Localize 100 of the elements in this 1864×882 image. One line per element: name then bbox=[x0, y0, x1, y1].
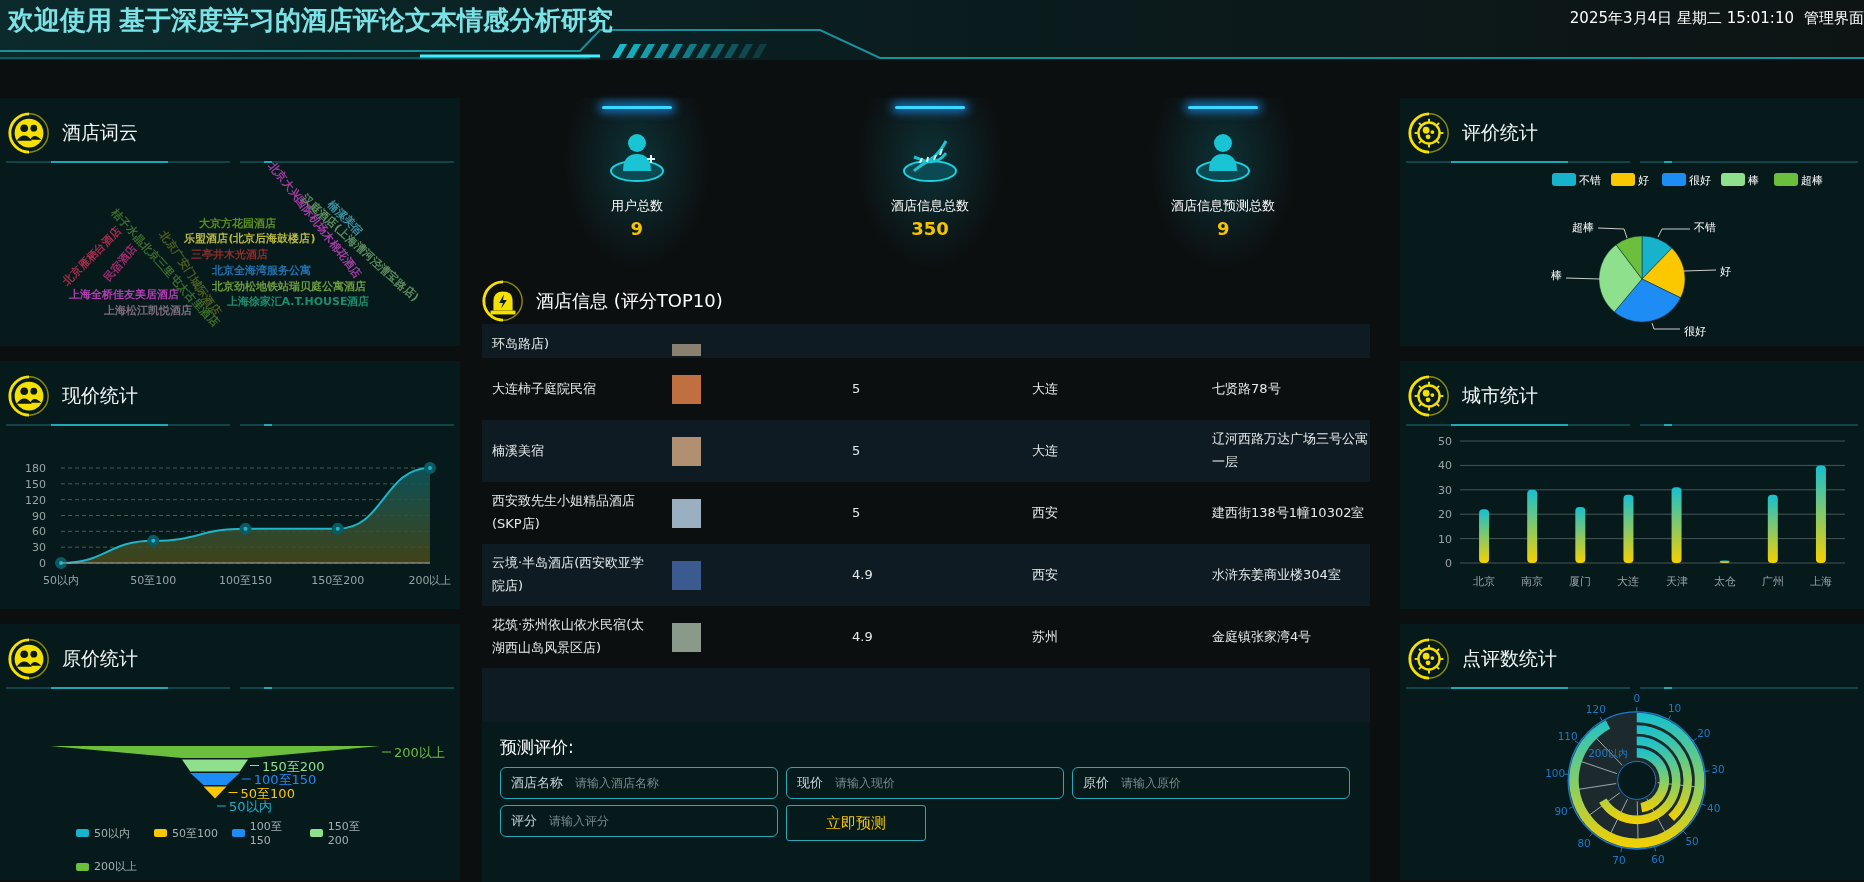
panel-title: 酒店词云 bbox=[62, 120, 138, 145]
axis-label: 太仓 bbox=[1713, 575, 1736, 588]
stat-value: 350 bbox=[911, 218, 949, 239]
text-input[interactable]: 请输入评分 bbox=[547, 813, 767, 829]
leader-line bbox=[1597, 227, 1628, 239]
panel-title: 点评数统计 bbox=[1462, 646, 1557, 671]
virus-icon bbox=[1406, 636, 1452, 682]
stat-label: 酒店信息预测总数 bbox=[1171, 197, 1276, 215]
table-cell-text: 4.9 bbox=[852, 565, 874, 584]
virus-icon bbox=[1406, 373, 1452, 419]
legend-label: 很好 bbox=[1689, 174, 1711, 187]
funnel-label: 200以上 bbox=[394, 745, 445, 760]
table-cell-text: 云境·半岛酒店(西安欧亚学院店) bbox=[492, 554, 646, 595]
axis-label: 10 bbox=[1667, 701, 1682, 714]
admin-link[interactable]: 管理界面 bbox=[1804, 9, 1864, 28]
table-cell-text: 金庭镇张家湾4号 bbox=[1212, 627, 1313, 646]
legend-label: 200以上 bbox=[94, 859, 137, 874]
text-input[interactable]: 请输入原价 bbox=[1119, 775, 1339, 791]
input-field[interactable]: 现价 请输入现价 bbox=[786, 767, 1064, 799]
data-point bbox=[331, 522, 344, 535]
bar bbox=[1767, 494, 1778, 563]
field-label: 现价 bbox=[797, 774, 823, 792]
axis-label: 50以内 bbox=[43, 574, 79, 587]
cloud-word: 乐盟酒店(北京后海鼓楼店) bbox=[184, 231, 316, 246]
pie-label: 很好 bbox=[1684, 325, 1706, 338]
table-cell-text: 七贤路78号 bbox=[1212, 379, 1282, 398]
pie-label: 超棒 bbox=[1572, 221, 1594, 234]
legend-label: 50至100 bbox=[172, 825, 218, 841]
predict-button[interactable]: 立即预测 bbox=[786, 805, 926, 841]
date-time: 2025年3月4日 星期二 15:01:10 bbox=[1569, 9, 1794, 28]
legend-label: 不错 bbox=[1579, 174, 1601, 187]
table-cell-text: 楠溪美宿 bbox=[492, 441, 545, 460]
cloud-word: 上海松江凯悦酒店 bbox=[104, 303, 192, 318]
axis-label: 南京 bbox=[1521, 575, 1544, 588]
axis-label: 100至150 bbox=[219, 574, 272, 587]
table-cell-text: 辽河西路万达广场三号公寓一层 bbox=[1212, 430, 1369, 471]
axis-label: 0 bbox=[1633, 692, 1641, 705]
leader-line bbox=[1683, 269, 1717, 272]
pie-label: 不错 bbox=[1694, 221, 1716, 234]
axis-label: 60 bbox=[32, 525, 46, 539]
axis-label: 20 bbox=[1438, 508, 1452, 522]
axis-label: 120 bbox=[1585, 703, 1606, 716]
stat-value: 9 bbox=[1217, 218, 1230, 239]
table-cell-text: 环岛路店) bbox=[492, 335, 551, 354]
axis-label: 110 bbox=[1557, 730, 1578, 743]
axis-label: 90 bbox=[1554, 805, 1568, 818]
input-field[interactable]: 酒店名称 请输入酒店名称 bbox=[500, 767, 778, 799]
axis-label: 30 bbox=[1711, 763, 1725, 776]
funnel-label: 150至200 bbox=[262, 758, 325, 774]
data-point bbox=[239, 522, 252, 535]
table-cell-text: 西安 bbox=[1032, 565, 1059, 584]
photo-placeholder bbox=[672, 436, 701, 466]
leader-line bbox=[1651, 322, 1681, 330]
axis-label: 150至200 bbox=[311, 574, 365, 587]
input-field[interactable]: 评分 请输入评分 bbox=[500, 805, 778, 837]
leader-line bbox=[1565, 277, 1601, 280]
stat-label: 用户总数 bbox=[610, 197, 663, 215]
axis-label: 广州 bbox=[1761, 575, 1784, 588]
panel-title: 评价统计 bbox=[1462, 120, 1538, 145]
virus-icon bbox=[1406, 110, 1452, 156]
table-cell-text: 水浒东姜商业楼304室 bbox=[1212, 565, 1342, 584]
axis-label: 厦门 bbox=[1569, 575, 1592, 588]
bar bbox=[1479, 509, 1490, 563]
table-cell-text: 5 bbox=[852, 441, 862, 460]
axis-label: 200以上 bbox=[408, 574, 452, 587]
field-label: 评分 bbox=[511, 812, 537, 830]
axis-label: 10 bbox=[1438, 532, 1452, 546]
legend-label: 100至150 bbox=[249, 819, 283, 847]
axis-label: 大连 bbox=[1617, 575, 1640, 588]
axis-label: 40 bbox=[1438, 459, 1452, 473]
panel-title: 现价统计 bbox=[62, 383, 138, 408]
table-cell-text: 大连 bbox=[1032, 441, 1059, 460]
axis-label: 150 bbox=[25, 477, 46, 491]
table-cell-text: 西安致先生小姐精品酒店(SKP店) bbox=[492, 492, 636, 533]
cloud-word: 三亭井木光酒店 bbox=[190, 246, 268, 262]
axis-label: 60 bbox=[1651, 853, 1665, 866]
axis-label: 30 bbox=[1438, 483, 1452, 497]
stat-value: 9 bbox=[630, 218, 643, 239]
text-input[interactable]: 请输入酒店名称 bbox=[573, 775, 767, 791]
cloud-word: 上海徐家汇A.T.HOUSE酒店 bbox=[226, 293, 370, 309]
table-cell-text: 建西街138号1幢10302室 bbox=[1212, 503, 1366, 522]
axis-label: 50至100 bbox=[130, 574, 177, 587]
axis-label: 北京 bbox=[1473, 575, 1496, 588]
page-title: 欢迎使用 基于深度学习的酒店评论文本情感分析研究 bbox=[8, 4, 614, 37]
axis-label: 天津 bbox=[1665, 575, 1688, 588]
field-label: 酒店名称 bbox=[511, 774, 563, 792]
text-input[interactable]: 请输入现价 bbox=[833, 775, 1053, 791]
category-label: 200以内 bbox=[1588, 746, 1629, 759]
table-title: 酒店信息 (评分TOP10) bbox=[536, 289, 723, 313]
photo-placeholder bbox=[672, 374, 701, 404]
data-point bbox=[55, 557, 67, 569]
input-field[interactable]: 原价 请输入原价 bbox=[1072, 767, 1350, 799]
cloud-word: 北京劲松地铁站瑞贝庭公寓酒店 bbox=[212, 279, 366, 293]
funnel-label: 100至150 bbox=[253, 772, 317, 787]
axis-label: 50 bbox=[1438, 435, 1452, 448]
table-cell-text: 苏州 bbox=[1032, 627, 1059, 646]
cloud-word: 北京全海湾服务公寓 bbox=[211, 262, 311, 278]
axis-label: 0 bbox=[39, 557, 46, 570]
photo-placeholder bbox=[672, 498, 701, 528]
table-cell-text: 大连 bbox=[1032, 379, 1059, 398]
